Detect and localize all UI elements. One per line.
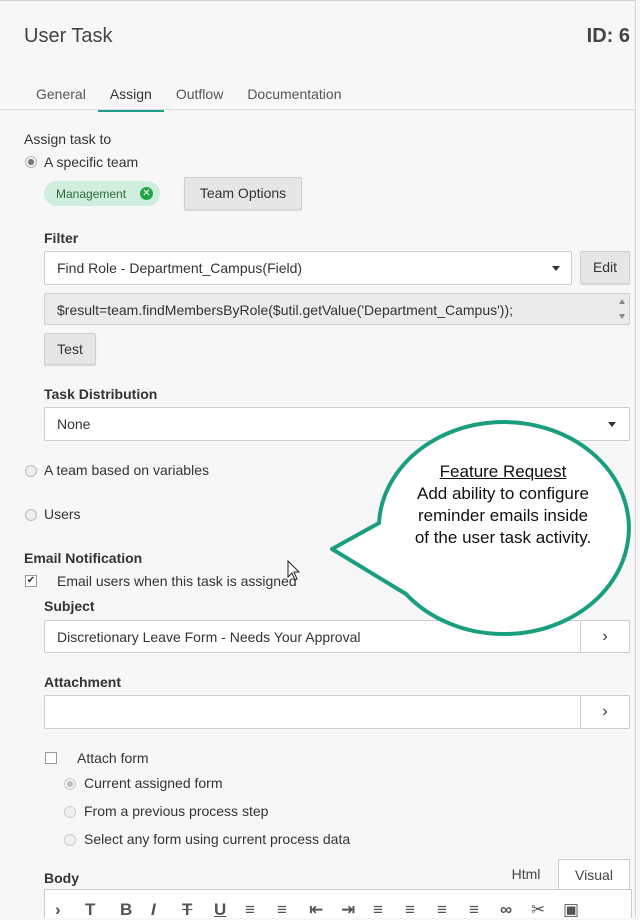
link-icon[interactable]: ∞: [500, 900, 512, 920]
bullet-list-icon[interactable]: ≡: [245, 900, 255, 920]
subject-field[interactable]: Discretionary Leave Form - Needs Your Ap…: [44, 620, 630, 653]
radio-current-assigned-form[interactable]: [64, 778, 76, 790]
caret-down-icon: [552, 266, 560, 271]
tab-html[interactable]: Html: [496, 866, 556, 888]
indent-icon[interactable]: ⇥: [341, 900, 355, 920]
radio-previous-step-form-label: From a previous process step: [84, 803, 269, 819]
align-justify-icon[interactable]: ≡: [469, 900, 479, 920]
filter-select-value: Find Role - Department_Campus(Field): [57, 260, 303, 276]
image-icon[interactable]: ▣: [563, 900, 579, 920]
tab-bar: General Assign Outflow Documentation: [24, 84, 353, 112]
chevron-right-icon[interactable]: ›: [55, 900, 61, 920]
font-size-icon[interactable]: T: [85, 900, 95, 920]
window-top-border: [0, 0, 636, 1]
task-distribution-label: Task Distribution: [44, 386, 158, 402]
scroll-up-icon[interactable]: [619, 299, 625, 304]
underline-icon[interactable]: U: [214, 900, 226, 920]
tab-visual[interactable]: Visual: [558, 859, 630, 891]
body-label: Body: [44, 870, 79, 886]
tab-divider: [0, 109, 636, 110]
radio-team-variables-label: A team based on variables: [44, 462, 209, 478]
edit-button[interactable]: Edit: [580, 251, 630, 284]
filter-label: Filter: [44, 230, 79, 246]
subject-value: Discretionary Leave Form - Needs Your Ap…: [57, 629, 361, 645]
task-distribution-select[interactable]: None: [44, 407, 630, 441]
script-textarea[interactable]: $result=team.findMembersByRole($util.get…: [44, 293, 630, 325]
attachment-label: Attachment: [44, 674, 122, 690]
callout-title: Feature Request: [439, 462, 567, 481]
outdent-icon[interactable]: ⇤: [309, 900, 323, 920]
align-right-icon[interactable]: ≡: [437, 900, 447, 920]
callout-body: Add ability to configure reminder emails…: [414, 484, 592, 547]
scroll-down-icon[interactable]: [619, 314, 625, 319]
tab-documentation[interactable]: Documentation: [235, 84, 353, 110]
align-center-icon[interactable]: ≡: [405, 900, 415, 920]
remove-chip-icon[interactable]: ✕: [140, 187, 153, 200]
task-id-label: ID: 6: [586, 25, 630, 47]
radio-specific-team-label: A specific team: [44, 154, 139, 170]
chevron-right-icon[interactable]: ›: [580, 621, 629, 652]
team-options-button[interactable]: Team Options: [184, 177, 302, 210]
align-left-icon[interactable]: ≡: [373, 900, 383, 920]
attach-form-checkbox[interactable]: [45, 752, 57, 764]
radio-previous-step-form[interactable]: [64, 806, 76, 818]
radio-any-form-label: Select any form using current process da…: [84, 831, 351, 847]
task-distribution-value: None: [57, 416, 91, 432]
numbered-list-icon[interactable]: ≡: [277, 900, 287, 920]
team-chip-label: Management: [56, 187, 127, 201]
email-users-checkbox-label: Email users when this task is assigned: [57, 573, 297, 589]
test-button[interactable]: Test: [44, 333, 96, 365]
radio-any-form[interactable]: [64, 834, 76, 846]
script-value: $result=team.findMembersByRole($util.get…: [57, 302, 514, 318]
assign-heading: Assign task to: [24, 131, 112, 147]
filter-select[interactable]: Find Role - Department_Campus(Field): [44, 251, 572, 285]
editor-toolbar: › T B I T U ≡ ≡ ⇤ ⇥ ≡ ≡ ≡ ≡ ∞ ✂ ▣: [44, 889, 632, 920]
radio-current-assigned-form-label: Current assigned form: [84, 775, 223, 791]
attach-form-label: Attach form: [77, 750, 149, 766]
scissors-icon[interactable]: ✂: [531, 900, 545, 920]
team-chip: Management ✕: [44, 181, 160, 206]
window-right-border: [635, 0, 636, 917]
radio-users-label: Users: [44, 506, 81, 522]
bold-icon[interactable]: B: [120, 900, 132, 920]
email-users-checkbox[interactable]: ✔: [25, 575, 37, 587]
italic-icon[interactable]: I: [151, 900, 156, 920]
strikethrough-icon[interactable]: T: [182, 900, 192, 920]
radio-team-variables[interactable]: [25, 465, 37, 477]
tab-outflow[interactable]: Outflow: [164, 84, 235, 110]
radio-specific-team[interactable]: [25, 156, 37, 168]
page-title: User Task: [24, 25, 113, 47]
attachment-field[interactable]: ›: [44, 695, 630, 729]
caret-down-icon: [608, 422, 616, 427]
radio-users[interactable]: [25, 509, 37, 521]
subject-label: Subject: [44, 598, 95, 614]
chevron-right-icon[interactable]: ›: [580, 696, 629, 728]
tab-general[interactable]: General: [24, 84, 98, 110]
email-notification-heading: Email Notification: [24, 550, 143, 566]
mouse-pointer-icon: [287, 560, 301, 581]
tab-assign[interactable]: Assign: [97, 84, 164, 112]
callout-text: Feature Request Add ability to configure…: [412, 461, 594, 549]
